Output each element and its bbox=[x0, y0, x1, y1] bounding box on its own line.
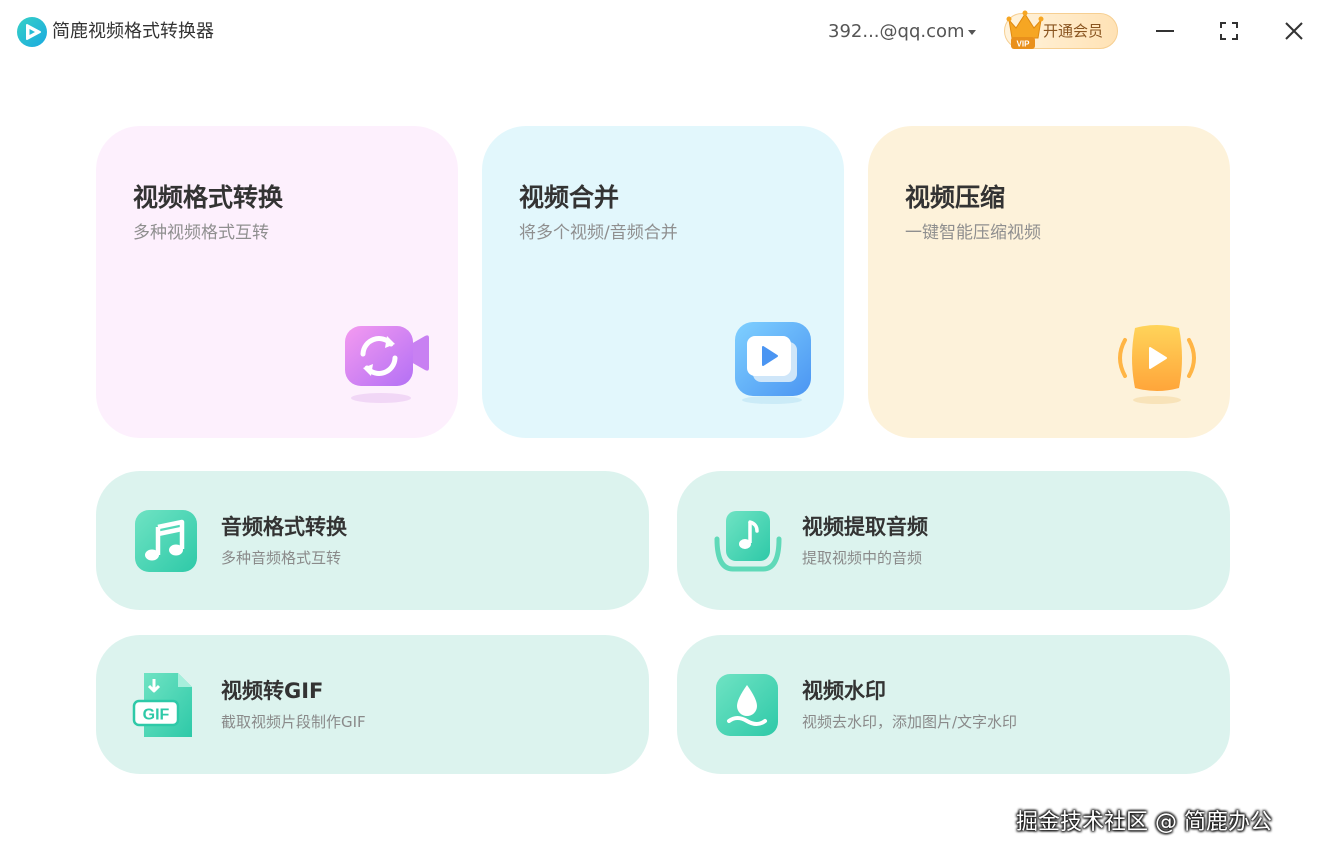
card-subtitle: 将多个视频/音频合并 bbox=[519, 223, 678, 243]
close-icon[interactable] bbox=[1279, 16, 1309, 46]
vip-button-label: 开通会员 bbox=[1043, 22, 1104, 40]
minimize-icon[interactable] bbox=[1150, 16, 1180, 46]
gif-icon-text: GIF bbox=[143, 707, 170, 724]
card-title: 视频压缩 bbox=[905, 183, 1006, 212]
video-compress-card[interactable]: 视频压缩 一键智能压缩视频 bbox=[868, 126, 1230, 438]
account-name[interactable]: 392...@qq.com bbox=[828, 20, 965, 44]
audio-extract-icon bbox=[714, 511, 782, 572]
audio-convert-card[interactable]: 音频格式转换 多种音频格式互转 bbox=[96, 471, 649, 610]
card-subtitle: 多种视频格式互转 bbox=[133, 223, 269, 243]
vip-badge-text: VIP bbox=[1017, 40, 1031, 49]
card-title: 音频格式转换 bbox=[221, 515, 347, 539]
video-watermark-card[interactable]: 视频水印 视频去水印，添加图片/文字水印 bbox=[677, 635, 1230, 774]
card-title: 视频提取音频 bbox=[802, 515, 928, 539]
card-title: 视频水印 bbox=[802, 679, 886, 703]
watermark-drop-icon bbox=[716, 674, 778, 736]
crown-icon: VIP bbox=[1006, 10, 1044, 49]
audio-extract-card[interactable]: 视频提取音频 提取视频中的音频 bbox=[677, 471, 1230, 610]
vip-button[interactable]: VIP 开通会员 bbox=[1004, 10, 1118, 49]
card-subtitle: 多种音频格式互转 bbox=[221, 549, 342, 567]
video-merge-icon bbox=[735, 322, 811, 404]
video-to-gif-card[interactable]: GIF 视频转GIF 截取视频片段制作GIF bbox=[96, 635, 649, 774]
music-note-icon bbox=[135, 510, 197, 572]
card-subtitle: 一键智能压缩视频 bbox=[905, 223, 1041, 243]
card-subtitle: 视频去水印，添加图片/文字水印 bbox=[802, 713, 1018, 731]
app-logo-icon bbox=[17, 17, 47, 47]
card-title: 视频转GIF bbox=[221, 679, 324, 703]
app-title: 简鹿视频格式转换器 bbox=[52, 21, 214, 42]
video-merge-card[interactable]: 视频合并 将多个视频/音频合并 bbox=[482, 126, 844, 438]
card-title: 视频合并 bbox=[519, 183, 620, 212]
maximize-icon[interactable] bbox=[1214, 16, 1244, 46]
gif-file-icon: GIF bbox=[132, 673, 192, 737]
card-subtitle: 提取视频中的音频 bbox=[802, 549, 923, 567]
chevron-down-icon[interactable] bbox=[966, 26, 978, 38]
corner-watermark: 掘金技术社区 @ 简鹿办公 bbox=[1016, 810, 1272, 835]
card-title: 视频格式转换 bbox=[133, 183, 284, 212]
video-compress-icon bbox=[1118, 325, 1196, 404]
video-convert-card[interactable]: 视频格式转换 多种视频格式互转 bbox=[96, 126, 458, 438]
title-bar: 简鹿视频格式转换器 392...@qq.com VIP 开通会员 bbox=[0, 0, 1326, 64]
card-subtitle: 截取视频片段制作GIF bbox=[221, 713, 366, 731]
video-convert-icon bbox=[345, 326, 429, 403]
